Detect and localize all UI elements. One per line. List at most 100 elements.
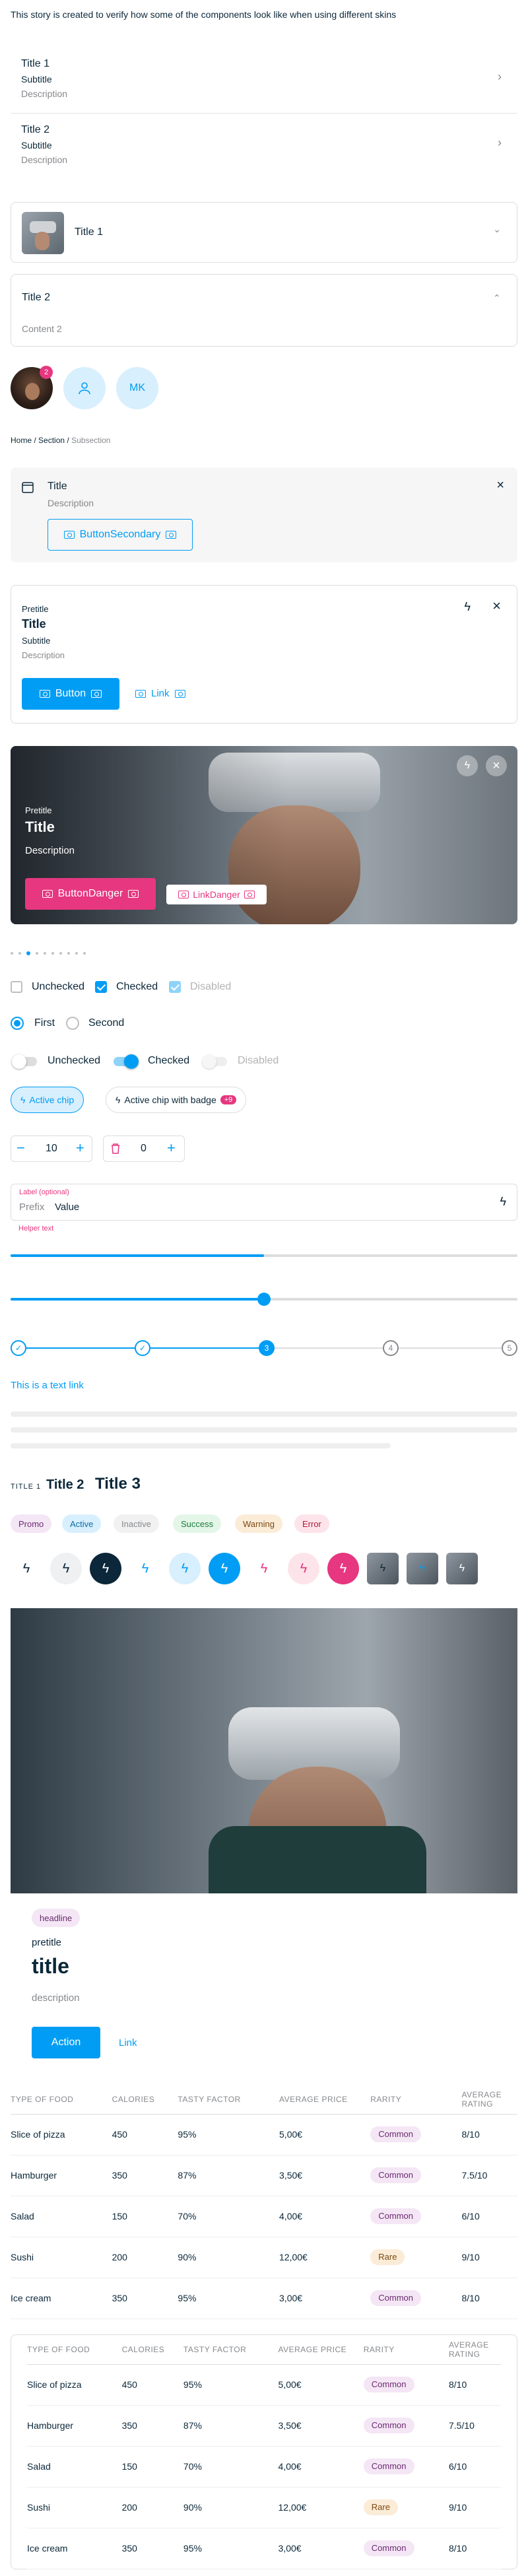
breadcrumb-item[interactable]: Home bbox=[11, 436, 32, 445]
text-link[interactable]: This is a text link bbox=[11, 1380, 84, 1391]
minus-button[interactable]: − bbox=[16, 1140, 25, 1156]
carousel-dot[interactable] bbox=[67, 952, 70, 955]
carousel-page-indicator[interactable] bbox=[11, 951, 86, 955]
breadcrumb-item[interactable]: Section bbox=[38, 436, 65, 445]
carousel-dot[interactable] bbox=[11, 952, 13, 955]
accordion-item-expanded[interactable]: Title 2 ⌄ Content 2 bbox=[11, 274, 517, 347]
carousel-dot[interactable] bbox=[36, 952, 38, 955]
text-field[interactable]: Label (optional) Prefix Value ϟ bbox=[11, 1184, 517, 1221]
lightning-icon: ϟ bbox=[116, 1095, 121, 1105]
danger-link[interactable]: LinkDanger bbox=[166, 885, 267, 904]
table-cell: 200 bbox=[121, 2502, 137, 2513]
camera-icon bbox=[63, 531, 75, 539]
card-link[interactable]: Link bbox=[135, 688, 185, 699]
close-icon[interactable]: × bbox=[496, 478, 504, 493]
hero-pretitle: pretitle bbox=[32, 1937, 62, 1948]
table-cell: 8/10 bbox=[461, 2293, 480, 2303]
avatar-badge: 2 bbox=[40, 366, 53, 379]
lightning-icon-button[interactable]: ϟ bbox=[209, 1553, 240, 1584]
slider-track[interactable] bbox=[11, 1293, 517, 1306]
camera-icon bbox=[174, 689, 185, 698]
table-cell: Salad bbox=[27, 2461, 51, 2472]
chip-active[interactable]: ϟ Active chip bbox=[11, 1087, 84, 1113]
carousel-dot[interactable] bbox=[59, 952, 62, 955]
table-cell: 3,00€ bbox=[279, 2293, 303, 2303]
lightning-icon-button[interactable]: ϟ bbox=[288, 1553, 319, 1584]
table-cell: 12,00€ bbox=[278, 2502, 307, 2513]
switch-checked[interactable] bbox=[114, 1054, 139, 1069]
table-header-cell: CALORIES bbox=[112, 2094, 155, 2104]
checkbox-checked[interactable] bbox=[95, 981, 107, 993]
lightning-icon-button[interactable]: ϟ bbox=[327, 1553, 359, 1584]
secondary-button[interactable]: ButtonSecondary bbox=[48, 519, 193, 551]
table-cell: Slice of pizza bbox=[27, 2379, 82, 2390]
primary-button[interactable]: Button bbox=[22, 678, 119, 710]
skeleton-line bbox=[11, 1443, 391, 1448]
carousel-dot[interactable] bbox=[44, 952, 46, 955]
carousel-dot[interactable] bbox=[75, 952, 78, 955]
radio-first[interactable] bbox=[11, 1017, 24, 1030]
carousel-dot[interactable] bbox=[18, 952, 21, 955]
lightning-icon[interactable]: ϟ bbox=[457, 755, 478, 776]
table-cell: 3,50€ bbox=[278, 2420, 302, 2431]
callout: Title Description × ButtonSecondary bbox=[11, 467, 517, 562]
checkbox-unchecked[interactable] bbox=[11, 981, 22, 993]
data-table-boxed: TYPE OF FOOD CALORIES TASTY FACTOR AVERAGE … bbox=[11, 2334, 517, 2569]
carousel-dot[interactable] bbox=[26, 951, 30, 955]
table-cell: 87% bbox=[183, 2420, 202, 2431]
step-indicator: ✓ ✓ 3 4 5 bbox=[11, 1340, 517, 1356]
slider-thumb[interactable] bbox=[257, 1293, 271, 1306]
plus-button[interactable]: + bbox=[167, 1140, 176, 1156]
table-cell: 4,00€ bbox=[279, 2211, 303, 2221]
switch-unchecked[interactable] bbox=[12, 1054, 37, 1069]
lightning-image-button[interactable]: ϟ bbox=[407, 1553, 438, 1584]
lightning-image-button[interactable]: ϟ bbox=[367, 1553, 399, 1584]
table-cell: 95% bbox=[183, 2543, 202, 2554]
list-item[interactable]: Title 1 Subtitle Description › bbox=[11, 48, 517, 114]
breadcrumb-current: Subsection bbox=[71, 436, 111, 445]
lightning-icon-button[interactable]: ϟ bbox=[248, 1553, 280, 1584]
checkbox-disabled bbox=[169, 981, 181, 993]
carousel-dot[interactable] bbox=[83, 952, 86, 955]
carousel-dot[interactable] bbox=[51, 952, 54, 955]
field-label: Label (optional) bbox=[19, 1188, 69, 1196]
lightning-icon-button[interactable]: ϟ bbox=[169, 1553, 201, 1584]
table-cell: 3,00€ bbox=[278, 2543, 302, 2554]
table-cell: Salad bbox=[11, 2211, 34, 2221]
lightning-icon-button[interactable]: ϟ bbox=[129, 1553, 161, 1584]
lightning-icon[interactable]: ϟ bbox=[500, 1195, 506, 1209]
table-header-cell: TASTY FACTOR bbox=[178, 2094, 241, 2104]
table-cell: 70% bbox=[183, 2461, 202, 2472]
lightning-image-button[interactable]: ϟ bbox=[446, 1553, 478, 1584]
hero-link[interactable]: Link bbox=[119, 2037, 137, 2049]
tag-inactive: Inactive bbox=[114, 1514, 159, 1533]
camera-icon bbox=[178, 891, 189, 898]
lightning-icon-button[interactable]: ϟ bbox=[50, 1553, 82, 1584]
accordion-item[interactable]: Title 1 ⌄ bbox=[11, 202, 517, 263]
table-cell: 350 bbox=[121, 2420, 137, 2431]
title-3: Title 3 bbox=[95, 1475, 141, 1493]
table-row: Sushi 200 90% 12,00€ Rare 9/10 bbox=[11, 2237, 517, 2278]
table-cell: 450 bbox=[112, 2129, 127, 2140]
close-icon[interactable]: × bbox=[492, 597, 501, 615]
lightning-icon-button[interactable]: ϟ bbox=[11, 1553, 42, 1584]
plus-button[interactable]: + bbox=[76, 1140, 84, 1156]
radio-label: First bbox=[34, 1017, 55, 1029]
switch-label: Disabled bbox=[238, 1055, 279, 1066]
close-icon[interactable]: × bbox=[486, 755, 507, 776]
lightning-icon[interactable]: ϟ bbox=[464, 600, 471, 614]
table-cell: 95% bbox=[178, 2129, 197, 2140]
card-description: Description bbox=[22, 650, 65, 660]
radio-label: Second bbox=[88, 1017, 125, 1029]
action-button[interactable]: Action bbox=[32, 2027, 100, 2058]
trash-icon[interactable] bbox=[110, 1143, 121, 1155]
table-header-cell: AVERAGE PRICE bbox=[279, 2094, 348, 2104]
chip-with-badge[interactable]: ϟ Active chip with badge +9 bbox=[106, 1087, 247, 1113]
table-cell: 95% bbox=[183, 2379, 202, 2390]
danger-button[interactable]: ButtonDanger bbox=[25, 878, 156, 910]
radio-second[interactable] bbox=[66, 1017, 79, 1030]
lightning-icon-button[interactable]: ϟ bbox=[90, 1553, 121, 1584]
list-item[interactable]: Title 2 Subtitle Description › bbox=[11, 114, 517, 180]
accordion-title: Title 2 bbox=[22, 292, 50, 303]
card-title: Title bbox=[22, 617, 46, 630]
